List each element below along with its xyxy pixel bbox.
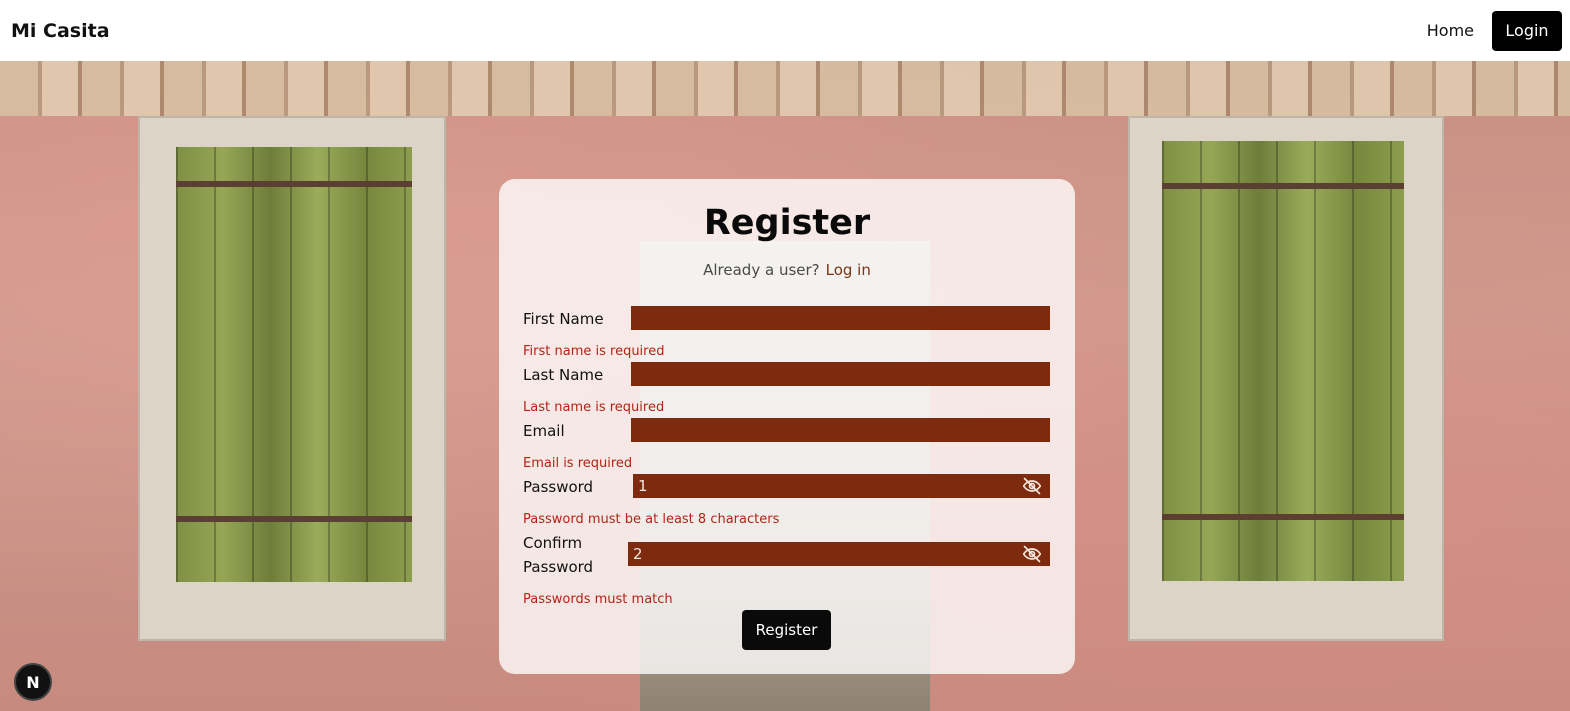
confirm-password-error: Passwords must match bbox=[523, 592, 673, 607]
password-input[interactable]: 1 bbox=[633, 474, 1050, 498]
last-name-input[interactable] bbox=[631, 362, 1050, 386]
right-hinge-top bbox=[1162, 183, 1404, 189]
eye-off-icon[interactable] bbox=[1022, 544, 1042, 564]
email-error: Email is required bbox=[523, 456, 633, 471]
stone-wall-top bbox=[0, 61, 1570, 116]
first-name-error: First name is required bbox=[523, 344, 665, 359]
nextjs-badge[interactable]: N bbox=[14, 663, 52, 701]
top-navbar: Mi Casita Home Login bbox=[0, 0, 1570, 61]
email-label: Email bbox=[523, 422, 565, 440]
confirm-label-line2: Password bbox=[523, 558, 594, 576]
nav-links: Home Login bbox=[1427, 10, 1562, 51]
brand-logo[interactable]: Mi Casita bbox=[11, 20, 110, 42]
register-button[interactable]: Register bbox=[742, 610, 831, 650]
nav-home-link[interactable]: Home bbox=[1427, 21, 1474, 40]
eye-off-icon[interactable] bbox=[1022, 476, 1042, 496]
already-user-text: Already a user? bbox=[703, 261, 820, 279]
nav-login-button[interactable]: Login bbox=[1492, 10, 1562, 51]
confirm-password-value: 2 bbox=[633, 545, 643, 563]
last-name-error: Last name is required bbox=[523, 400, 665, 415]
right-hinge-bottom bbox=[1162, 514, 1404, 520]
first-name-input[interactable] bbox=[631, 306, 1050, 330]
last-name-label: Last Name bbox=[523, 366, 604, 384]
login-link[interactable]: Log in bbox=[826, 261, 871, 279]
confirm-password-input[interactable]: 2 bbox=[628, 542, 1050, 566]
register-title: Register bbox=[703, 203, 871, 243]
password-value: 1 bbox=[638, 477, 648, 495]
left-hinge-bottom bbox=[176, 516, 412, 522]
confirm-label-line1: Confirm bbox=[523, 534, 583, 552]
confirm-password-label: Confirm Password bbox=[523, 531, 593, 579]
register-card: Register Already a user? Log in First Nam… bbox=[499, 179, 1075, 674]
first-name-label: First Name bbox=[523, 310, 604, 328]
password-label: Password bbox=[523, 478, 594, 496]
password-error: Password must be at least 8 characters bbox=[523, 512, 780, 527]
already-user-row: Already a user? Log in bbox=[499, 261, 1075, 279]
left-hinge-top bbox=[176, 181, 412, 187]
email-input[interactable] bbox=[631, 418, 1050, 442]
